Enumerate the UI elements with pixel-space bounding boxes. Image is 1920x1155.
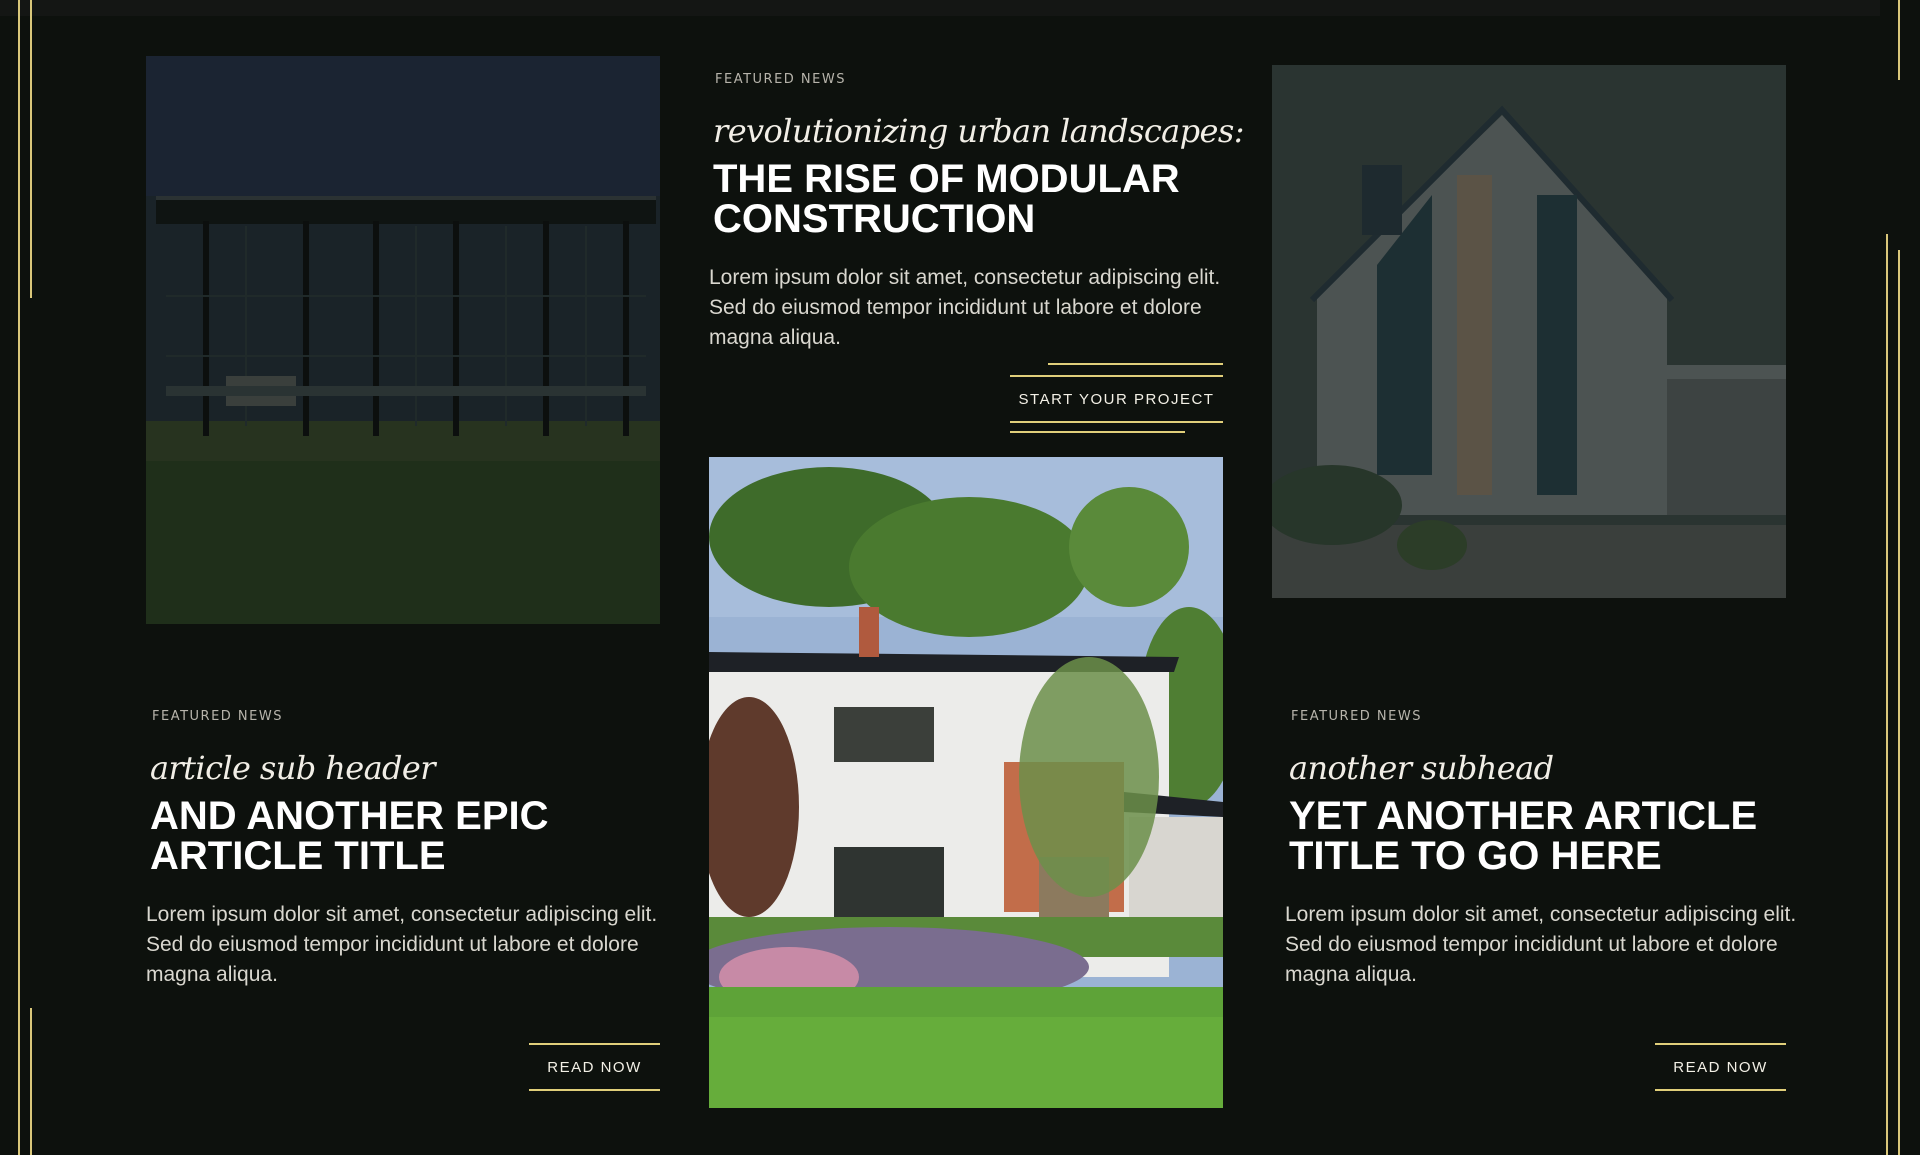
featured-eyebrow: FEATURED NEWS	[715, 72, 846, 87]
featured-title: THE RISE OF MODULAR CONSTRUCTION	[713, 157, 1180, 241]
left-read-now-button[interactable]: READ NOW	[529, 1043, 660, 1091]
glass-pavilion-photo[interactable]	[146, 56, 660, 624]
right-body: Lorem ipsum dolor sit amet, consectetur …	[1285, 903, 1797, 986]
left-body: Lorem ipsum dolor sit amet, consectetur …	[146, 903, 658, 986]
cta-accent-line-top	[1048, 363, 1223, 365]
left-eyebrow: FEATURED NEWS	[152, 709, 283, 724]
cta-accent-line-bottom	[1010, 431, 1185, 433]
frame-line-right-inner	[1886, 234, 1888, 1155]
right-subhead: another subhead	[1289, 749, 1554, 787]
frame-line-right-outer-lower	[1898, 250, 1900, 1155]
top-bar	[0, 0, 1880, 16]
modern-gable-house-photo[interactable]	[1272, 65, 1786, 598]
start-project-button[interactable]: START YOUR PROJECT	[1010, 375, 1223, 423]
featured-body: Lorem ipsum dolor sit amet, consectetur …	[709, 266, 1221, 349]
featured-subhead: revolutionizing urban landscapes:	[713, 112, 1244, 150]
frame-line-left-inner-top	[30, 0, 32, 298]
right-read-now-button[interactable]: READ NOW	[1655, 1043, 1786, 1091]
left-title: AND ANOTHER EPIC ARTICLE TITLE	[150, 794, 549, 878]
frame-line-left-inner-bottom	[30, 1008, 32, 1155]
frame-line-left-outer	[18, 0, 20, 1155]
right-eyebrow: FEATURED NEWS	[1291, 709, 1422, 724]
right-title: YET ANOTHER ARTICLE TITLE TO GO HERE	[1289, 794, 1758, 878]
left-subhead: article sub header	[150, 749, 436, 787]
white-house-garden-photo[interactable]	[709, 457, 1223, 1108]
frame-line-right-outer	[1898, 0, 1900, 80]
